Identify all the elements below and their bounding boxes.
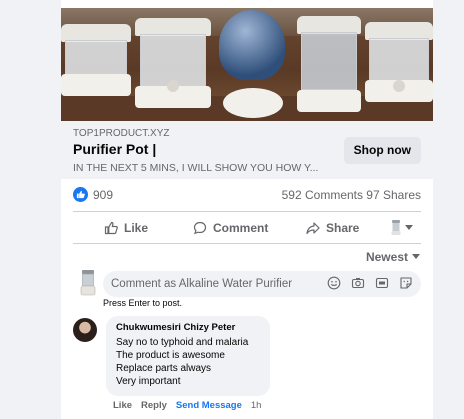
divider — [73, 211, 421, 212]
shares-count[interactable]: 97 Shares — [366, 188, 421, 202]
comment-bubble: Chukwumesiri Chizy Peter Say no to typho… — [106, 316, 270, 396]
purifier-globe — [219, 10, 285, 80]
like-button[interactable]: Like — [104, 214, 148, 242]
link-preview[interactable]: TOP1PRODUCT.XYZ Purifier Pot | IN THE NE… — [61, 121, 433, 179]
comment-label: Comment — [213, 221, 269, 235]
sticker-icon[interactable] — [399, 276, 413, 290]
ad-post-card: TOP1PRODUCT.XYZ Purifier Pot | IN THE NE… — [61, 0, 433, 419]
share-button[interactable]: Share — [306, 214, 359, 242]
chevron-down-icon — [405, 225, 413, 230]
share-arrow-icon — [306, 222, 320, 235]
link-description: IN THE NEXT 5 MINS, I WILL SHOW YOU HOW … — [73, 162, 319, 174]
avatar[interactable] — [73, 318, 97, 342]
emoji-icon[interactable] — [327, 276, 341, 290]
thumbs-up-icon — [104, 221, 118, 235]
like-label: Like — [124, 221, 149, 235]
comment-text-line: Very important — [116, 376, 181, 387]
current-page-avatar[interactable] — [77, 270, 99, 296]
product-image[interactable] — [61, 8, 433, 121]
composer-tools — [327, 276, 413, 290]
comment-text-line: The product is awesome — [116, 350, 225, 361]
comment-button[interactable]: Comment — [193, 214, 268, 242]
comment-actions: Like Reply Send Message 1h — [113, 400, 261, 411]
share-label: Share — [326, 221, 360, 235]
engagement-stats: 909 592 Comments 97 Shares — [73, 186, 421, 206]
gif-icon[interactable] — [375, 276, 389, 290]
page-voice-selector[interactable] — [391, 214, 413, 242]
comment-sort-dropdown[interactable]: Newest — [366, 250, 420, 264]
comment-reply-button[interactable]: Reply — [141, 400, 167, 411]
purifier-pot-2 — [135, 18, 211, 108]
comment-timestamp[interactable]: 1h — [251, 400, 262, 411]
comment-author[interactable]: Chukwumesiri Chizy Peter — [116, 322, 260, 333]
link-title[interactable]: Purifier Pot | — [73, 141, 156, 157]
comment-text-line: Replace parts always — [116, 363, 212, 374]
comment-text-line: Say no to typhoid and malaria — [116, 337, 249, 348]
camera-icon[interactable] — [351, 276, 365, 290]
comment-composer[interactable] — [103, 271, 421, 297]
press-enter-hint: Press Enter to post. — [103, 298, 183, 308]
comment-icon — [193, 221, 207, 235]
comment-input[interactable] — [111, 271, 301, 297]
like-reaction-icon — [73, 187, 88, 202]
chevron-down-icon — [412, 254, 420, 259]
page-avatar-icon — [391, 220, 401, 235]
shop-now-button[interactable]: Shop now — [343, 137, 421, 164]
reaction-count[interactable]: 909 — [93, 188, 113, 202]
sort-label: Newest — [365, 250, 408, 264]
action-bar: Like Comment Share — [73, 214, 421, 242]
purifier-pot-1 — [61, 24, 131, 96]
link-domain: TOP1PRODUCT.XYZ — [73, 128, 170, 139]
comment-like-button[interactable]: Like — [113, 400, 132, 411]
purifier-pot-3 — [297, 16, 361, 112]
divider — [73, 243, 421, 244]
comments-count[interactable]: 592 Comments — [282, 188, 363, 202]
purifier-stand — [223, 78, 283, 118]
purifier-pot-4 — [365, 22, 433, 102]
send-message-button[interactable]: Send Message — [176, 400, 242, 411]
